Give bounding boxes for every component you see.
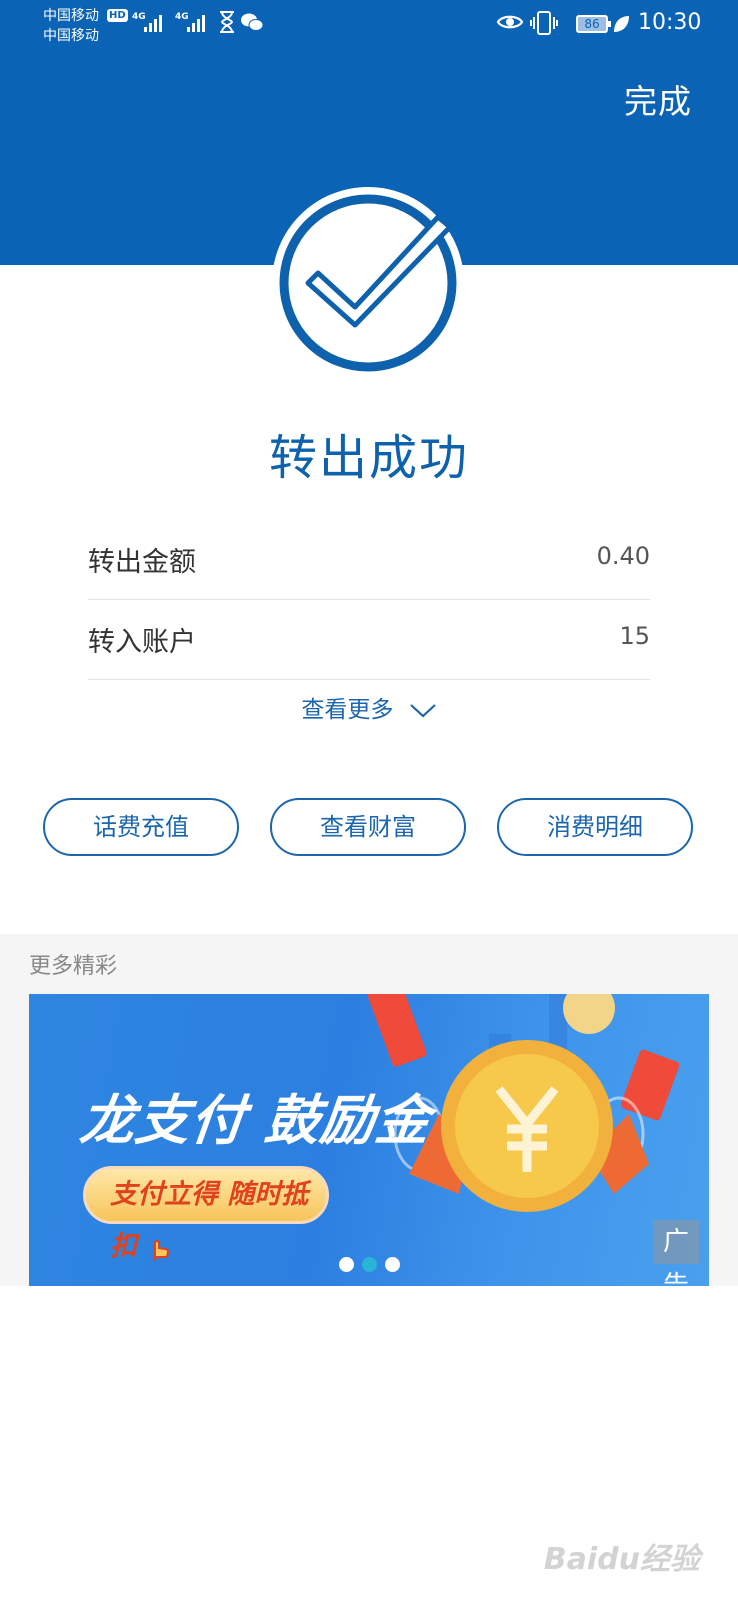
carrier-labels: 中国移动 中国移动 — [43, 6, 99, 46]
eye-comfort-icon — [496, 15, 524, 29]
carrier-1: 中国移动 — [43, 8, 99, 24]
phone-recharge-button[interactable]: 话费充值 — [43, 798, 239, 856]
promo-banner[interactable]: 龙支付 鼓励金 支付立得 随时抵扣 广告 — [29, 994, 709, 1286]
watermark: Baidu经验 — [543, 1542, 700, 1577]
vibrate-icon — [530, 11, 558, 35]
carousel-dot[interactable] — [384, 1257, 400, 1272]
carousel-dot-active[interactable] — [361, 1257, 377, 1272]
done-button[interactable]: 完成 — [624, 75, 692, 123]
detail-row-account: 转入账户 15 — [88, 600, 650, 680]
signal-1-icon — [140, 12, 166, 32]
banner-subtitle: 支付立得 随时抵扣 — [83, 1166, 329, 1262]
hourglass-icon — [220, 11, 234, 33]
success-icon — [270, 185, 466, 381]
view-more-button[interactable]: 查看更多 — [0, 690, 738, 724]
section-title: 更多精彩 — [29, 954, 118, 979]
detail-label: 转出金额 — [88, 547, 196, 578]
chevron-down-icon — [409, 703, 436, 717]
status-time: 10:30 — [638, 10, 702, 35]
detail-label: 转入账户 — [88, 627, 196, 658]
result-title: 转出成功 — [268, 430, 469, 486]
carousel-indicator — [29, 1257, 709, 1276]
view-more-label: 查看更多 — [301, 697, 394, 723]
more-highlights-section: 更多精彩 龙支付 鼓励金 支付立得 随时抵扣 广告 — [0, 934, 738, 1286]
battery-indicator: 86 — [576, 15, 611, 33]
status-bar: 中国移动 中国移动 HD 4G 4G 86 10:30 — [0, 0, 738, 60]
hd-badge: HD — [107, 9, 128, 22]
detail-row-amount: 转出金额 0.40 — [88, 520, 650, 600]
carousel-dot[interactable] — [338, 1257, 354, 1272]
wechat-icon — [241, 13, 264, 31]
signal-2-icon — [183, 12, 209, 32]
detail-value: 15 — [619, 622, 650, 650]
view-wealth-button[interactable]: 查看财富 — [270, 798, 466, 856]
carrier-2: 中国移动 — [43, 28, 99, 44]
leaf-icon — [614, 16, 629, 32]
banner-title: 龙支付 鼓励金 — [77, 1089, 434, 1152]
detail-value: 0.40 — [596, 542, 650, 570]
spending-details-button[interactable]: 消费明细 — [497, 798, 693, 856]
